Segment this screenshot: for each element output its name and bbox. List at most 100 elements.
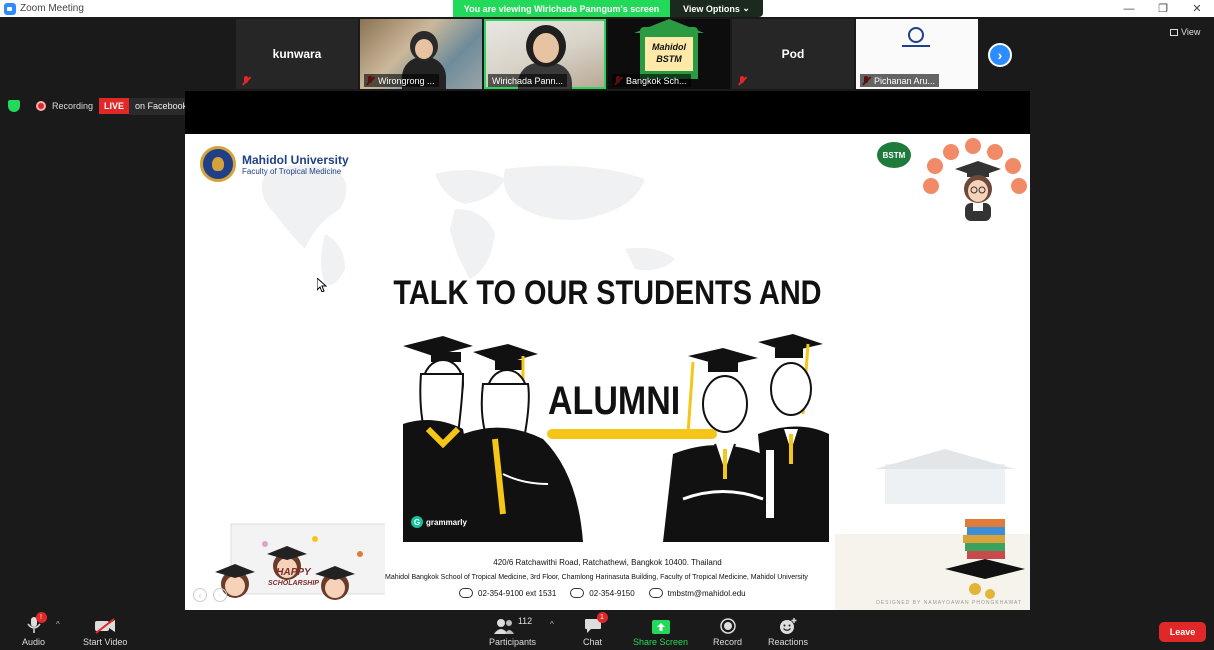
audio-label: Audio xyxy=(22,637,46,647)
science-icon xyxy=(923,178,939,194)
pen-tool-icon[interactable]: · xyxy=(213,588,227,602)
participants-options-caret-icon[interactable]: ^ xyxy=(550,620,554,629)
phone-icon xyxy=(459,588,473,598)
prev-slide-icon[interactable]: ‹ xyxy=(193,588,207,602)
view-options-button[interactable]: View Options ⌄ xyxy=(670,0,763,17)
share-screen-icon xyxy=(651,620,670,634)
grammarly-widget[interactable]: G grammarly xyxy=(411,516,467,528)
participants-button[interactable]: 112 Participants xyxy=(489,616,536,647)
address-line-2: Mahidol Bangkok School of Tropical Medic… xyxy=(385,574,808,581)
recording-label: Recording xyxy=(52,101,94,111)
fax-number: 02-354-9150 xyxy=(589,588,635,598)
grammarly-icon: G xyxy=(411,516,423,528)
audio-options-caret-icon[interactable]: ^ xyxy=(56,620,60,629)
participants-count: 112 xyxy=(517,616,533,626)
audio-button[interactable]: ! Audio xyxy=(22,612,47,647)
security-shield-icon[interactable] xyxy=(8,100,20,112)
live-destination-label: on Facebook xyxy=(135,101,188,111)
library-decoration xyxy=(835,449,1030,610)
person-figure xyxy=(415,39,433,59)
share-screen-button[interactable]: Share Screen xyxy=(633,616,688,647)
bstm-building-logo: Mahidol BSTM xyxy=(634,19,704,79)
video-off-icon xyxy=(95,618,116,634)
institution-logo-text xyxy=(902,45,930,47)
participant-tile[interactable]: Wirongrong ... xyxy=(360,19,482,89)
contact-fax: 02-354-9150 xyxy=(570,588,635,598)
chevron-down-icon: ⌄ xyxy=(739,3,750,13)
start-video-button[interactable]: Start Video xyxy=(83,616,127,647)
bstm-roof xyxy=(634,19,704,33)
participants-label: Participants xyxy=(489,637,537,647)
participants-icon xyxy=(493,619,514,634)
mic-muted-icon xyxy=(738,76,746,86)
participant-tile[interactable]: Pod xyxy=(732,19,854,89)
contact-phone: 02-354-9100 ext 1531 xyxy=(459,588,556,598)
phone-number: 02-354-9100 ext 1531 xyxy=(478,588,557,598)
meeting-area: kunwara Wirongrong ... Wirichada Pann...… xyxy=(0,17,1214,610)
close-button[interactable]: ✕ xyxy=(1180,0,1214,17)
chevron-right-icon: › xyxy=(997,47,1003,63)
zoom-app-icon xyxy=(4,2,16,15)
email-address: tmbstm@mahidol.edu xyxy=(667,588,746,598)
alumni-headline: ALUMNI xyxy=(548,379,681,423)
participant-name: Pod xyxy=(781,47,805,61)
recording-dot-icon xyxy=(36,101,46,111)
participant-tile[interactable]: Pichanan Aru... xyxy=(856,19,978,89)
audio-alert-badge: ! xyxy=(35,612,47,623)
record-icon xyxy=(719,618,736,634)
participant-label: Bangkok Sch... xyxy=(612,74,691,87)
start-video-label: Start Video xyxy=(83,637,128,647)
window-controls: — ❐ ✕ xyxy=(1112,0,1214,17)
participant-label: Wirongrong ... xyxy=(364,74,439,87)
fax-icon xyxy=(570,588,585,598)
record-button[interactable]: Record xyxy=(713,616,742,647)
live-badge: LIVE xyxy=(99,98,130,114)
graduate-girl-illustration xyxy=(955,161,1001,221)
contact-row: 02-354-9100 ext 1531 02-354-9150 tmbstm@… xyxy=(459,588,746,598)
science-icon xyxy=(987,144,1003,160)
science-icon xyxy=(943,144,959,160)
view-label: View xyxy=(1181,27,1201,37)
alumni-highlight xyxy=(547,429,717,439)
mic-muted-icon xyxy=(242,76,250,86)
viewing-banner: You are viewing Wirichada Panngum's scre… xyxy=(453,0,763,17)
view-button[interactable]: View xyxy=(1170,27,1200,37)
participant-tile[interactable]: Mahidol BSTM Bangkok Sch... xyxy=(608,19,730,89)
grammarly-label: grammarly xyxy=(426,517,467,527)
slide-headline: TALK TO OUR STUDENTS AND xyxy=(393,274,822,312)
reactions-label: Reactions xyxy=(768,637,809,647)
participant-label: Wirichada Pann... xyxy=(488,74,568,87)
meeting-toolbar: ! Audio ^ Start Video 112 Participants ^ xyxy=(0,610,1214,650)
window-title: Zoom Meeting xyxy=(20,3,84,14)
participant-name: kunwara xyxy=(272,47,322,61)
mahidol-seal-icon xyxy=(200,146,236,182)
participant-tile[interactable]: kunwara xyxy=(236,19,358,89)
leave-button[interactable]: Leave xyxy=(1159,622,1206,642)
recording-status-row: Recording LIVE on Facebook ▾ xyxy=(8,97,202,115)
bstm-badge: BSTM xyxy=(877,142,911,168)
science-icon xyxy=(1005,158,1021,174)
person-figure xyxy=(533,33,559,63)
university-name: Mahidol University xyxy=(242,152,349,167)
scholarship-line-2: SCHOLARSHIP xyxy=(268,580,319,587)
presentation-slide: Mahidol University Faculty of Tropical M… xyxy=(185,134,1030,610)
chat-button[interactable]: 1 Chat xyxy=(583,612,608,647)
faculty-name: Faculty of Tropical Medicine xyxy=(242,166,342,176)
bstm-tile-text: Mahidol BSTM xyxy=(645,37,693,71)
shared-screen: Mahidol University Faculty of Tropical M… xyxy=(185,91,1030,610)
share-screen-label: Share Screen xyxy=(633,637,689,647)
restore-button[interactable]: ❐ xyxy=(1146,0,1180,17)
science-icon xyxy=(1011,178,1027,194)
minimize-button[interactable]: — xyxy=(1112,0,1146,17)
participant-strip: kunwara Wirongrong ... Wirichada Pann...… xyxy=(236,19,978,89)
viewing-message: You are viewing Wirichada Panngum's scre… xyxy=(453,0,670,17)
participant-label: Pichanan Aru... xyxy=(860,74,940,87)
next-page-button[interactable]: › xyxy=(988,43,1012,67)
record-label: Record xyxy=(713,637,743,647)
reactions-button[interactable]: Reactions xyxy=(768,616,808,647)
address-line-1: 420/6 Ratchawithi Road, Ratchathewi, Ban… xyxy=(493,558,722,567)
email-icon xyxy=(648,588,663,598)
mahidol-logo: Mahidol University Faculty of Tropical M… xyxy=(200,146,349,182)
chat-unread-badge: 1 xyxy=(596,612,608,623)
participant-tile-active-speaker[interactable]: Wirichada Pann... xyxy=(484,19,606,89)
